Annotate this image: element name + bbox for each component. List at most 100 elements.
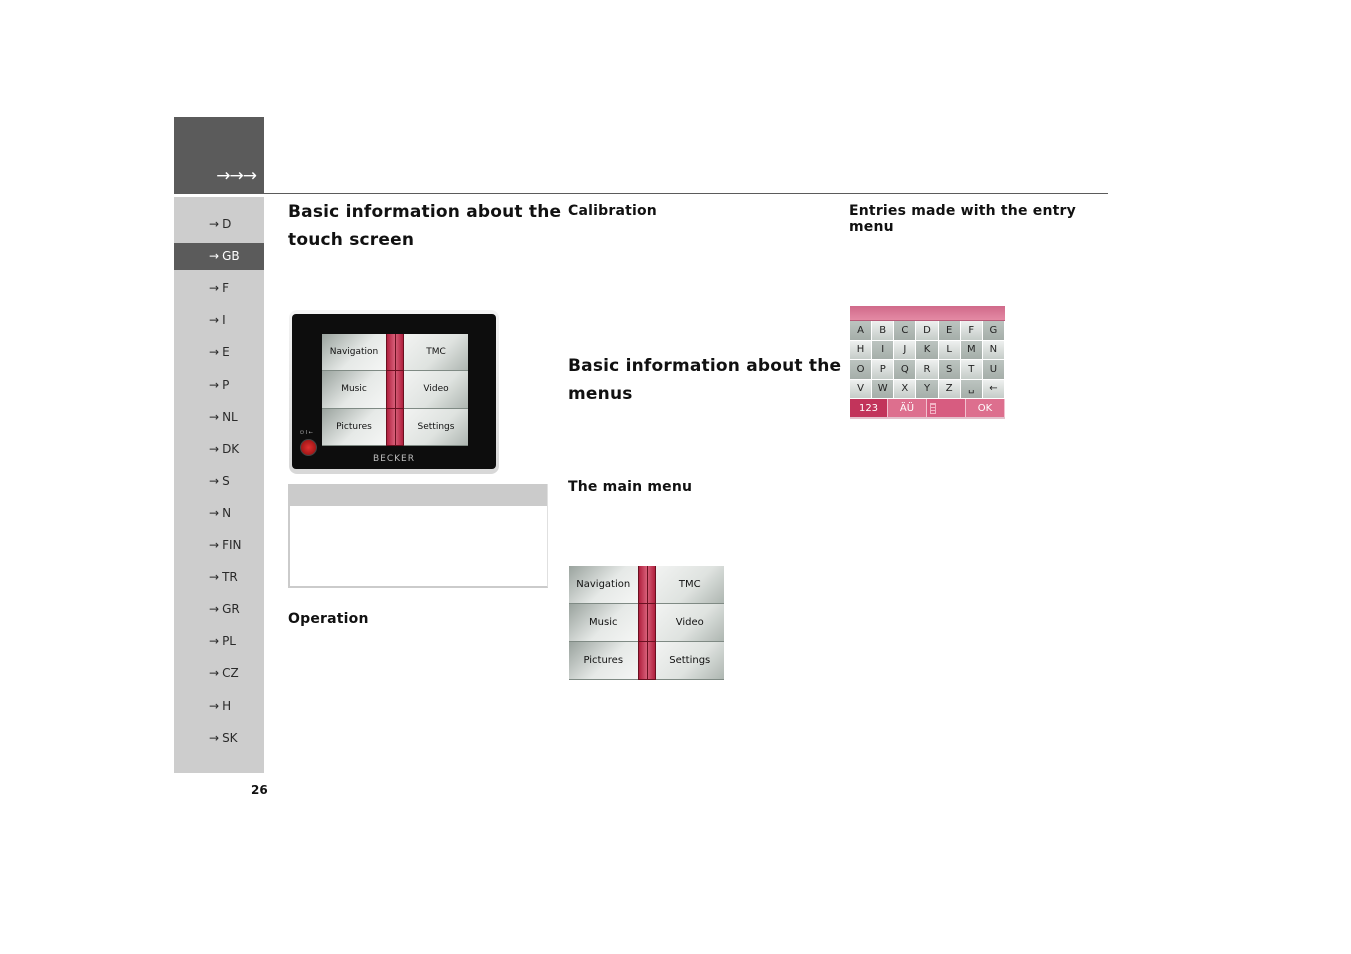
arrow-right-icon: → [209, 281, 220, 296]
keyboard-key: H [850, 340, 873, 360]
arrow-right-icon: → [209, 217, 220, 231]
arrow-right-icon: → [209, 538, 220, 552]
sidebar-item-d[interactable]: → D [174, 211, 264, 238]
keyboard-umlaut-key: ÄÜ [888, 399, 927, 417]
main-menu-settings: Settings [655, 642, 724, 680]
touch-screen-heading-line2: touch screen [288, 230, 415, 250]
sidebar-item-label: H [222, 698, 232, 713]
arrow-right-icon: → [209, 313, 220, 328]
main-menu-pictures: Pictures [569, 642, 638, 680]
keyboard-key: F [960, 321, 983, 341]
calibration-heading: Calibration [568, 203, 657, 219]
main-menu-grid: Navigation TMC Music Video Pictures Sett… [569, 566, 724, 680]
sidebar-item-label: PL [222, 634, 236, 649]
keyboard-key: J [894, 340, 917, 360]
device-brand: BECKER [373, 454, 415, 464]
arrow-right-icon: → [209, 473, 220, 488]
arrow-right-icon: → [209, 634, 220, 649]
sidebar-item-gr[interactable]: → GR [174, 596, 264, 623]
page-number: 26 [251, 783, 268, 797]
menus-heading-line2: menus [568, 384, 633, 404]
sidebar-item-label: DK [222, 441, 240, 456]
keyboard-key: K [916, 340, 939, 360]
sidebar-item-label: GR [222, 602, 240, 617]
keyboard-key: Z [938, 379, 961, 399]
main-menu-video: Video [655, 604, 724, 642]
sidebar-item-e[interactable]: → E [174, 339, 264, 366]
arrow-right-icon: → [209, 345, 220, 360]
sidebar-item-f[interactable]: → F [174, 275, 264, 302]
note-box [288, 484, 548, 588]
sidebar-item-p[interactable]: → P [174, 372, 264, 399]
arrow-right-icon: → [209, 602, 220, 617]
menu-separator [637, 604, 656, 642]
sidebar-item-cz[interactable]: → CZ [174, 660, 264, 687]
sidebar-item-fin[interactable]: → FIN [174, 532, 264, 559]
touch-screen-heading: Basic information about the touch screen [288, 198, 561, 254]
keyboard-key: P [872, 360, 895, 380]
keyboard-key: A [850, 321, 873, 341]
sidebar-item-n[interactable]: → N [174, 500, 264, 527]
sidebar-item-dk[interactable]: → DK [174, 436, 264, 463]
arrow-right-icon: → [209, 666, 220, 681]
sidebar-item-label: F [222, 281, 229, 296]
sidebar-item-pl[interactable]: → PL [174, 628, 264, 655]
keyboard-key: G [982, 321, 1005, 341]
sidebar-item-sk[interactable]: → SK [174, 725, 264, 752]
keyboard-key: E [938, 321, 961, 341]
keyboard-key: M [960, 340, 983, 360]
keyboard-key: L [938, 340, 961, 360]
sidebar-item-tr[interactable]: → TR [174, 564, 264, 591]
sidebar-item-h[interactable]: → H [174, 693, 264, 720]
device-menu-grid: Navigation TMC Music Video Pictures Sett… [322, 334, 468, 446]
keyboard-key: Q [894, 360, 917, 380]
main-menu-tmc: TMC [655, 566, 724, 604]
device-menu-tmc: TMC [404, 334, 468, 372]
device-screen: Navigation TMC Music Video Pictures Sett… [322, 334, 468, 446]
sidebar-item-label: NL [222, 409, 238, 424]
keyboard-key: U [982, 360, 1005, 380]
keyboard-key: O [850, 360, 873, 380]
arrow-right-icon: → [209, 249, 220, 264]
sidebar-item-label: S [222, 473, 230, 488]
keyboard-key: D [916, 321, 939, 341]
device-image: Navigation TMC Music Video Pictures Sett… [289, 310, 499, 474]
sidebar-item-nl[interactable]: → NL [174, 404, 264, 431]
main-menu-navigation: Navigation [569, 566, 638, 604]
device-menu-pictures: Pictures [322, 408, 386, 446]
menu-separator [637, 642, 656, 680]
sidebar-item-label: D [222, 217, 232, 231]
entry-menu-heading-line2: menu [849, 219, 894, 235]
menu-separator [386, 334, 404, 372]
keyboard-key: T [960, 360, 983, 380]
keyboard-bottom-row: 123 ÄÜ OK [850, 399, 1005, 417]
sidebar-item-label: CZ [222, 666, 239, 681]
list-icon [930, 402, 936, 414]
device-menu-settings: Settings [404, 408, 468, 446]
keyboard-key: Y [916, 379, 939, 399]
sidebar-item-label: SK [222, 730, 238, 745]
entry-menu-heading: Entries made with the entry menu [849, 203, 1076, 235]
keyboard-list-key [927, 399, 966, 417]
keyboard-key: C [894, 321, 917, 341]
keyboard-key: R [916, 360, 939, 380]
sidebar-item-label: P [222, 377, 230, 392]
sidebar-item-s[interactable]: → S [174, 468, 264, 495]
keyboard-key: B [872, 321, 895, 341]
keyboard-key: W [872, 379, 895, 399]
arrow-right-icon: → [209, 441, 220, 456]
keyboard-grid: A B C D E F G H I J K L M N O P Q R S T U V W X Y Z ␣ ← [850, 321, 1005, 399]
keyboard-numbers-key: 123 [850, 399, 888, 417]
touch-screen-heading-line1: Basic information about the [288, 202, 562, 222]
main-menu-image: Navigation TMC Music Video Pictures Sett… [569, 566, 724, 680]
sidebar-item-label: FIN [222, 538, 242, 552]
sidebar-item-gb[interactable]: → GB [174, 243, 264, 271]
sidebar-item-i[interactable]: → I [174, 307, 264, 334]
arrow-right-icon: → [209, 409, 220, 424]
device-menu-video: Video [404, 371, 468, 409]
operation-heading: Operation [288, 611, 369, 627]
device-menu-navigation: Navigation [322, 334, 386, 372]
device-body: Navigation TMC Music Video Pictures Sett… [292, 314, 496, 469]
menu-separator [386, 408, 404, 446]
arrow-right-icon: → [209, 505, 220, 520]
